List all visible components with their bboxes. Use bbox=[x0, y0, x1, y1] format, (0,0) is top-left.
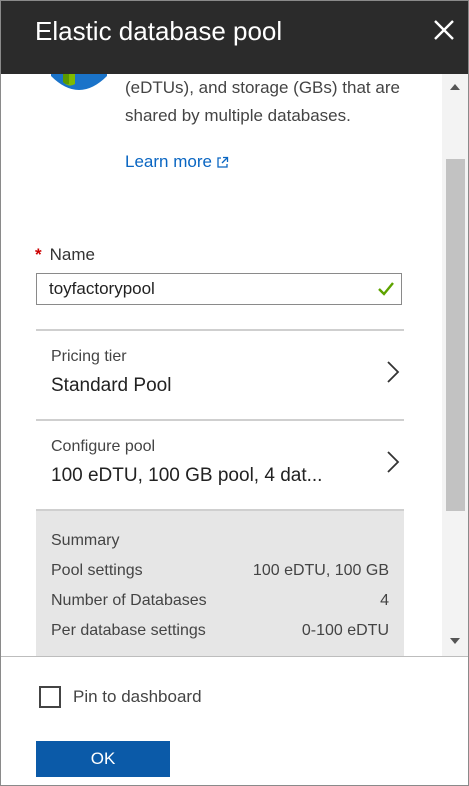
chevron-right-icon bbox=[386, 360, 400, 389]
close-icon[interactable] bbox=[430, 16, 458, 44]
pin-to-dashboard-checkbox[interactable] bbox=[39, 686, 61, 708]
blade-content: (eDTUs), and storage (GBs) that are shar… bbox=[1, 74, 442, 656]
scroll-down-arrow-icon[interactable] bbox=[450, 638, 460, 644]
blade-title: Elastic database pool bbox=[35, 16, 283, 46]
summary-row-label: Pool settings bbox=[51, 562, 143, 579]
footer-divider bbox=[1, 656, 468, 657]
scrollbar-thumb[interactable] bbox=[446, 159, 465, 511]
pool-description: (eDTUs), and storage (GBs) that are shar… bbox=[125, 78, 400, 125]
summary-row-value: 100 eDTU, 100 GB bbox=[252, 562, 389, 579]
blade: Elastic database pool (eDTUs), and stora… bbox=[0, 0, 469, 786]
summary-row: Pool settings 100 eDTU, 100 GB bbox=[51, 562, 389, 580]
pin-to-dashboard-label[interactable]: Pin to dashboard bbox=[73, 687, 202, 707]
sql-database-logo-icon bbox=[49, 74, 109, 96]
name-label: * Name bbox=[35, 245, 95, 265]
chevron-right-icon bbox=[386, 450, 400, 479]
blade-header: Elastic database pool bbox=[1, 1, 468, 74]
checkmark-icon bbox=[377, 281, 395, 302]
summary-title: Summary bbox=[51, 532, 120, 549]
ok-button[interactable]: OK bbox=[36, 741, 170, 777]
name-input[interactable] bbox=[37, 274, 381, 304]
scroll-up-arrow-icon[interactable] bbox=[450, 84, 460, 90]
required-marker: * bbox=[35, 245, 42, 264]
summary-row-label: Per database settings bbox=[51, 622, 206, 639]
configure-pool-label: Configure pool bbox=[51, 438, 156, 455]
name-label-text: Name bbox=[49, 245, 95, 264]
configure-pool-row[interactable]: Configure pool 100 eDTU, 100 GB pool, 4 … bbox=[36, 421, 404, 509]
pricing-tier-row[interactable]: Pricing tier Standard Pool bbox=[36, 331, 404, 419]
pricing-tier-label: Pricing tier bbox=[51, 348, 127, 365]
learn-more-link[interactable]: Learn more bbox=[125, 152, 229, 172]
summary-row-label: Number of Databases bbox=[51, 592, 207, 609]
summary-row-value: 0-100 eDTU bbox=[301, 622, 389, 639]
summary-row-value: 4 bbox=[380, 592, 389, 609]
vertical-scrollbar[interactable] bbox=[442, 74, 468, 656]
external-link-icon bbox=[212, 152, 229, 171]
summary-row: Per database settings 0-100 eDTU bbox=[51, 622, 389, 640]
pricing-tier-value: Standard Pool bbox=[51, 375, 172, 396]
learn-more-label: Learn more bbox=[125, 152, 212, 171]
summary-row: Number of Databases 4 bbox=[51, 592, 389, 610]
name-field[interactable] bbox=[36, 273, 402, 305]
configure-pool-value: 100 eDTU, 100 GB pool, 4 dat... bbox=[51, 465, 323, 486]
summary-panel: Summary Pool settings 100 eDTU, 100 GB N… bbox=[36, 511, 404, 656]
